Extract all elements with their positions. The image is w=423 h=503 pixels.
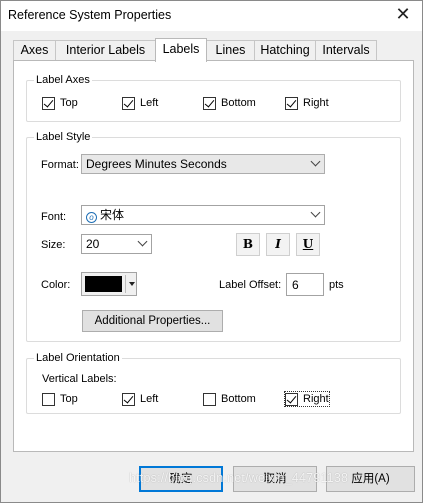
label-offset-label: Label Offset: — [219, 279, 282, 291]
checkbox-label: Top — [60, 97, 78, 109]
format-value: Degrees Minutes Seconds — [86, 157, 227, 171]
labels-tab-panel: Label Axes Top Left Bottom Right Label S… — [13, 60, 414, 452]
chevron-down-icon — [137, 236, 148, 247]
orientation-right-checkbox[interactable]: Right — [284, 391, 330, 407]
additional-properties-button[interactable]: Additional Properties... — [82, 310, 223, 332]
checkbox-label: Top — [60, 393, 78, 405]
vertical-labels-label: Vertical Labels: — [42, 373, 117, 385]
format-label: Format: — [41, 159, 79, 171]
format-dropdown[interactable]: Degrees Minutes Seconds — [81, 154, 325, 174]
label-orientation-group: Label Orientation Vertical Labels: Top L… — [26, 352, 401, 414]
reference-system-properties-dialog: Reference System Properties ✕ Axes Inter… — [0, 0, 423, 503]
checkbox-label: Bottom — [221, 97, 256, 109]
checkbox-label: Left — [140, 393, 159, 405]
orientation-left-checkbox[interactable]: Left — [122, 392, 158, 406]
checkbox-label: Left — [140, 97, 159, 109]
apply-button[interactable]: 应用(A) — [326, 466, 415, 492]
label-axes-group: Label Axes Top Left Bottom Right — [26, 74, 401, 122]
offset-unit: pts — [329, 279, 344, 291]
color-swatch — [85, 276, 122, 292]
checkbox-label: Right — [303, 97, 329, 109]
label-style-title: Label Style — [34, 131, 93, 144]
tab-axes[interactable]: Axes — [13, 40, 56, 61]
label-axes-right-checkbox[interactable]: Right — [285, 96, 329, 110]
divider — [125, 275, 126, 293]
checkbox-checked-icon — [122, 96, 135, 110]
label-axes-bottom-checkbox[interactable]: Bottom — [203, 96, 256, 110]
tab-hatching[interactable]: Hatching — [254, 40, 316, 61]
tab-lines[interactable]: Lines — [206, 40, 255, 61]
chevron-down-icon — [310, 207, 321, 218]
chevron-down-icon — [310, 156, 321, 167]
opentype-font-icon: o — [86, 212, 97, 223]
checkbox-label: Right — [303, 393, 329, 405]
checkbox-unchecked-icon — [42, 392, 55, 406]
label-style-group: Label Style Format: Degrees Minutes Seco… — [26, 131, 401, 342]
checkbox-unchecked-icon — [203, 392, 216, 406]
title-bar: Reference System Properties ✕ — [1, 1, 422, 31]
label-orientation-title: Label Orientation — [34, 352, 122, 365]
tab-labels[interactable]: Labels — [155, 38, 207, 62]
checkbox-label: Bottom — [221, 393, 256, 405]
color-label: Color: — [41, 279, 71, 291]
font-value: 宋体 — [100, 208, 125, 222]
cancel-button[interactable]: 取消 — [233, 466, 317, 492]
underline-button[interactable]: U — [296, 233, 320, 256]
dropdown-arrow-icon — [129, 282, 135, 286]
size-value: 20 — [86, 237, 100, 251]
tab-interior-labels[interactable]: Interior Labels — [55, 40, 156, 61]
ok-button[interactable]: 确定 — [139, 466, 223, 492]
label-axes-title: Label Axes — [34, 74, 92, 87]
size-dropdown[interactable]: 20 — [81, 234, 152, 254]
font-label: Font: — [41, 211, 67, 223]
checkbox-checked-icon — [42, 96, 55, 110]
checkbox-checked-icon — [285, 96, 298, 110]
bold-button[interactable]: B — [236, 233, 260, 256]
font-dropdown[interactable]: o 宋体 — [81, 205, 325, 225]
window-title: Reference System Properties — [8, 8, 172, 22]
italic-button[interactable]: I — [266, 233, 290, 256]
orientation-top-checkbox[interactable]: Top — [42, 392, 78, 406]
close-icon[interactable]: ✕ — [394, 5, 412, 23]
checkbox-checked-icon — [122, 392, 135, 406]
label-axes-top-checkbox[interactable]: Top — [42, 96, 78, 110]
label-axes-left-checkbox[interactable]: Left — [122, 96, 158, 110]
color-picker-button[interactable] — [81, 272, 137, 296]
orientation-bottom-checkbox[interactable]: Bottom — [203, 392, 256, 406]
checkbox-checked-icon — [203, 96, 216, 110]
size-label: Size: — [41, 239, 66, 251]
label-offset-input[interactable]: 6 — [286, 273, 324, 296]
checkbox-checked-icon — [285, 392, 298, 406]
font-value-wrap: o 宋体 — [86, 209, 124, 223]
tab-intervals[interactable]: Intervals — [315, 40, 377, 61]
